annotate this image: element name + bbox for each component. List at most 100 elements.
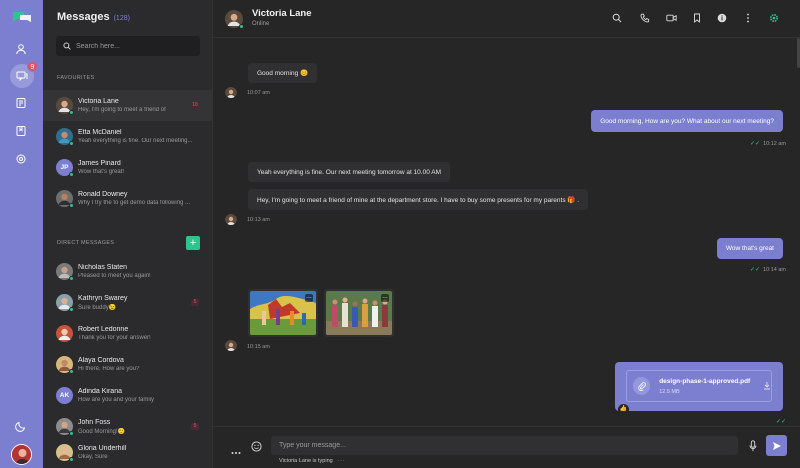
avatar (56, 356, 74, 374)
online-indicator (69, 431, 74, 436)
unread-badge: 5 (191, 423, 199, 430)
message-time: 10:13 am (247, 217, 270, 223)
message-text: Good morning 😊 (257, 70, 309, 77)
online-indicator (69, 457, 74, 462)
moon-icon[interactable] (10, 415, 32, 437)
favourites-label: FAVOURITES (57, 75, 95, 81)
online-indicator (69, 110, 74, 115)
contacts-icon[interactable] (10, 92, 32, 114)
contact-alaya-cordova[interactable]: Alaya Cordova Hi there, How are you? (43, 349, 212, 380)
avatar (56, 128, 74, 146)
message-time: 10:07 am (247, 90, 270, 96)
avatar-initials: JP (60, 164, 69, 171)
image-more-icon[interactable]: … (381, 294, 389, 302)
contact-etta-mcdaniel[interactable]: Etta McDaniel Yeah everything is fine. O… (43, 121, 212, 152)
contact-name: Nicholas Staten (78, 264, 128, 271)
contact-robert-ledonne[interactable]: Robert Ledonne Thank you for your answer… (43, 318, 212, 349)
contact-james-pinard[interactable]: JP James Pinard Wow that's great! (43, 152, 212, 183)
message-text: Hey, I'm going to meet a friend of mine … (257, 196, 580, 204)
message-time-row: ✓✓ (776, 418, 786, 425)
send-button[interactable] (766, 435, 787, 456)
contact-preview: Hey, I'm going to meet a friend of (78, 107, 166, 113)
contact-kathryn-swarey[interactable]: Kathryn Swarey Sure buddy😉 5 (43, 287, 212, 318)
message-input[interactable] (271, 436, 738, 455)
more-icon[interactable] (742, 12, 754, 24)
contact-adinda-kirana[interactable]: AK Adinda Kirana How are you and your fa… (43, 380, 212, 411)
sidebar-header: Messages (128) (57, 11, 130, 23)
profile-avatar[interactable] (11, 444, 32, 465)
message-text: Good morning, How are you? What about ou… (600, 117, 774, 125)
add-direct-message-button[interactable]: + (186, 236, 200, 250)
avatar: JP (56, 159, 74, 177)
file-size: 12.5 MB (659, 388, 680, 395)
search-icon (63, 42, 71, 50)
message-time-row: ✓✓ 10:14 am (750, 266, 786, 274)
chat-avatar[interactable] (225, 10, 244, 29)
typing-indicator: Victoria Lane is typing ··· (279, 458, 346, 464)
online-indicator (239, 24, 244, 29)
contact-ronald-downey[interactable]: Ronald Downey Why I try the to get demo … (43, 183, 212, 214)
microphone-icon[interactable] (749, 439, 757, 457)
file-attachment[interactable]: design-phase-1-approved.pdf 12.5 MB 👍 (615, 362, 783, 415)
avatar (56, 418, 74, 436)
bookmark-icon[interactable] (691, 12, 703, 24)
message-incoming: Yeah everything is fine. Our next meetin… (248, 162, 451, 182)
message-text: Wow that's great (725, 245, 774, 252)
search-input[interactable] (76, 42, 186, 50)
contact-preview: Hi there, How are you? (78, 366, 140, 372)
contact-name: James Pinard (78, 160, 121, 167)
download-icon[interactable] (763, 377, 771, 395)
chat-contact-name[interactable]: Victoria Lane (252, 8, 312, 19)
contact-gloria-underhill[interactable]: Gloria Underhill Okay, Sure (43, 437, 212, 468)
search-box[interactable] (56, 36, 200, 56)
contact-name: Ronald Downey (78, 191, 128, 198)
logo-icon[interactable] (12, 10, 32, 26)
contact-victoria-lane[interactable]: Victoria Lane Hey, I'm going to meet a f… (43, 90, 212, 121)
online-indicator (69, 141, 74, 146)
contact-name: Victoria Lane (78, 98, 119, 105)
sidebar-title: Messages (57, 11, 110, 23)
read-check-icon: ✓✓ (750, 141, 761, 147)
sender-avatar (225, 213, 237, 225)
chat-icon[interactable]: 9 (10, 61, 38, 88)
contact-nicholas-staten[interactable]: Nicholas Staten Pleased to meet you agai… (43, 256, 212, 287)
image-attachment[interactable]: … (324, 289, 394, 337)
read-check-icon: ✓✓ (750, 267, 761, 273)
message-text: Yeah everything is fine. Our next meetin… (257, 168, 442, 176)
user-icon[interactable] (10, 38, 32, 60)
settings-icon[interactable] (768, 12, 780, 24)
call-icon[interactable] (639, 12, 651, 24)
chat-contact-status: Online (252, 21, 270, 27)
video-icon[interactable] (665, 12, 677, 24)
avatar-initials: AK (59, 392, 70, 399)
bookmark-icon[interactable] (10, 120, 32, 142)
reaction-thumbs-up-icon[interactable]: 👍 (618, 404, 629, 415)
file-name: design-phase-1-approved.pdf (659, 377, 751, 385)
online-indicator (69, 203, 74, 208)
more-options-icon[interactable] (231, 442, 241, 460)
avatar (56, 190, 74, 208)
contact-name: John Foss (78, 418, 111, 426)
image-attachment[interactable]: … (248, 289, 318, 337)
search-icon[interactable] (611, 12, 623, 24)
contact-name: Etta McDaniel (78, 129, 122, 136)
direct-messages-label: DIRECT MESSAGES (57, 240, 115, 246)
message-count: (128) (113, 15, 130, 22)
contact-name: Kathryn Swarey (78, 294, 128, 302)
left-rail: 9 (0, 0, 43, 468)
info-icon[interactable] (716, 12, 728, 24)
emoji-icon[interactable] (251, 439, 262, 457)
message-incoming: Good morning 😊 (248, 63, 318, 83)
image-more-icon[interactable]: … (305, 294, 313, 302)
avatar (56, 97, 74, 115)
contact-preview: Wow that's great! (78, 169, 125, 175)
avatar (56, 294, 74, 312)
contact-preview: How are you and your family (78, 397, 155, 403)
contact-name: Gloria Underhill (78, 445, 127, 452)
settings-icon[interactable] (10, 148, 32, 170)
contact-preview: Pleased to meet you again! (78, 273, 151, 279)
send-icon (772, 441, 781, 450)
chat-panel: Victoria Lane Online Good morning 😊 10:0… (213, 0, 800, 468)
online-indicator (69, 276, 74, 281)
contact-name: Alaya Cordova (78, 357, 124, 364)
